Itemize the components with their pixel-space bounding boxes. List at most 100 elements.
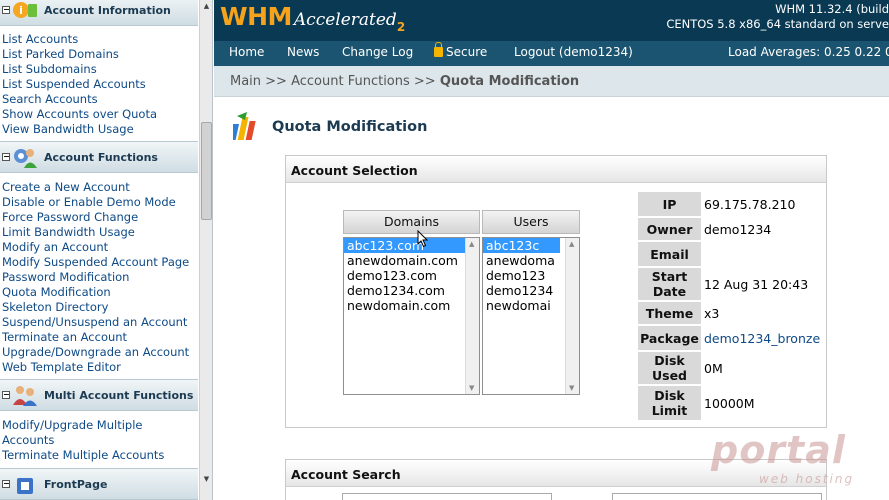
sidebar-item-list-suspended-accounts[interactable]: List Suspended Accounts <box>2 77 198 92</box>
sidebar-section-title: Multi Account Functions <box>44 389 194 402</box>
domains-header: Domains <box>343 210 480 234</box>
info-key-start-date: Start Date <box>638 268 701 300</box>
logo-sub: Accelerated <box>293 10 397 30</box>
sidebar-scrollbar[interactable]: ▲ ▼ <box>199 0 212 500</box>
sidebar-section-title: Account Information <box>44 4 171 17</box>
domain-option[interactable]: abc123.com <box>344 238 465 253</box>
sidebar-item-web-template-editor[interactable]: Web Template Editor <box>2 360 198 375</box>
version-line: WHM 11.32.4 (build <box>775 2 889 16</box>
sidebar-section-account-functions[interactable]: − Account Functions <box>0 141 198 173</box>
info-key-disk-used: Disk Used <box>638 352 701 384</box>
info-value-disk-used: 0M <box>704 360 723 376</box>
lock-icon <box>434 42 443 57</box>
page-title: Quota Modification <box>272 119 428 135</box>
logo-main: WHM <box>220 2 292 31</box>
nav-bar: Home News Change Log Secure Logout (demo… <box>214 41 889 66</box>
breadcrumb-path[interactable]: Main >> Account Functions >> <box>230 74 440 89</box>
breadcrumb: Main >> Account Functions >> Quota Modif… <box>214 66 889 97</box>
account-selection-heading: Account Selection <box>286 156 826 183</box>
sidebar-links-multi-account-functions: Modify/Upgrade Multiple Accounts Termina… <box>2 418 198 463</box>
sidebar-section-multi-account-functions[interactable]: − Multi Account Functions <box>0 379 198 411</box>
info-value-disk-limit: 10000M <box>704 395 755 411</box>
breadcrumb-current: Quota Modification <box>439 74 580 89</box>
domain-option[interactable]: demo123.com <box>344 268 465 283</box>
whm-logo[interactable]: WHM Accelerated2 <box>220 2 405 40</box>
scroll-down-arrow-icon[interactable]: ▼ <box>469 384 474 392</box>
sidebar-item-modify-upgrade-multiple[interactable]: Modify/Upgrade Multiple Accounts <box>2 418 198 448</box>
watermark-tagline: web hosting <box>759 472 855 486</box>
scrollbar-thumb[interactable] <box>201 122 212 220</box>
sidebar-item-limit-bandwidth[interactable]: Limit Bandwidth Usage <box>2 225 198 240</box>
sidebar-section-account-information[interactable]: − i Account Information <box>0 0 198 26</box>
sidebar-item-skeleton-directory[interactable]: Skeleton Directory <box>2 300 198 315</box>
nav-home[interactable]: Home <box>229 45 264 59</box>
sidebar-item-upgrade-downgrade[interactable]: Upgrade/Downgrade an Account <box>2 345 198 360</box>
scroll-up-arrow-icon[interactable]: ▲ <box>200 0 212 13</box>
sidebar-item-create-account[interactable]: Create a New Account <box>2 180 198 195</box>
scroll-up-arrow-icon[interactable]: ▲ <box>569 240 574 248</box>
mouse-cursor-icon <box>417 230 429 248</box>
scroll-up-arrow-icon[interactable]: ▲ <box>469 240 474 248</box>
user-option[interactable]: newdomai <box>483 298 560 313</box>
nav-logout[interactable]: Logout (demo1234) <box>514 45 633 59</box>
collapse-icon[interactable]: − <box>2 391 10 399</box>
sidebar-item-list-subdomains[interactable]: List Subdomains <box>2 62 198 77</box>
domains-list[interactable]: abc123.com anewdomain.com demo123.com de… <box>343 237 480 395</box>
scroll-down-arrow-icon[interactable]: ▼ <box>200 473 212 486</box>
nav-secure[interactable]: Secure <box>434 42 487 59</box>
sidebar-item-terminate-multiple[interactable]: Terminate Multiple Accounts <box>2 448 198 463</box>
collapse-icon[interactable]: − <box>2 480 10 488</box>
info-key-disk-limit: Disk Limit <box>638 386 701 420</box>
sidebar-links-account-functions: Create a New Account Disable or Enable D… <box>2 180 198 375</box>
sidebar-section-frontpage[interactable]: − FrontPage <box>0 468 198 500</box>
sidebar-item-list-accounts[interactable]: List Accounts <box>2 32 198 47</box>
account-selection-panel: Account Selection Domains abc123.com ane… <box>285 155 827 428</box>
scroll-down-arrow-icon[interactable]: ▼ <box>569 384 574 392</box>
collapse-icon[interactable]: − <box>2 153 10 161</box>
sidebar-item-view-bandwidth-usage[interactable]: View Bandwidth Usage <box>2 122 198 137</box>
info-value-owner: demo1234 <box>704 221 772 237</box>
users-list[interactable]: abc123c anewdoma demo123 demo1234 newdom… <box>482 237 580 395</box>
search-field-left[interactable] <box>342 493 552 500</box>
sidebar-item-modify-account[interactable]: Modify an Account <box>2 240 198 255</box>
quota-chart-icon <box>233 112 256 140</box>
users-icon <box>13 386 37 406</box>
users-select[interactable]: Users abc123c anewdoma demo123 demo1234 … <box>482 210 580 395</box>
users-scrollbar[interactable]: ▲ ▼ <box>565 238 579 394</box>
sidebar-item-force-password-change[interactable]: Force Password Change <box>2 210 198 225</box>
info-value-package[interactable]: demo1234_bronze <box>704 326 820 350</box>
watermark-brand: portal <box>711 428 846 472</box>
user-option[interactable]: demo123 <box>483 268 560 283</box>
info-key-ip: IP <box>638 192 701 216</box>
sidebar-item-demo-mode[interactable]: Disable or Enable Demo Mode <box>2 195 198 210</box>
users-header: Users <box>482 210 580 234</box>
user-option[interactable]: abc123c <box>483 238 560 253</box>
sidebar-item-terminate-account[interactable]: Terminate an Account <box>2 330 198 345</box>
sidebar-item-show-accounts-over-quota[interactable]: Show Accounts over Quota <box>2 107 198 122</box>
user-option[interactable]: anewdoma <box>483 253 560 268</box>
domain-option[interactable]: newdomain.com <box>344 298 465 313</box>
sidebar-item-modify-suspended-page[interactable]: Modify Suspended Account Page <box>2 255 198 270</box>
sidebar-item-quota-modification[interactable]: Quota Modification <box>2 285 198 300</box>
info-key-owner: Owner <box>638 218 701 240</box>
sidebar-section-title: Account Functions <box>44 151 158 164</box>
info-value-theme: x3 <box>704 305 720 321</box>
domain-option[interactable]: demo1234.com <box>344 283 465 298</box>
nav-change-log[interactable]: Change Log <box>342 45 413 59</box>
nav-news[interactable]: News <box>287 45 319 59</box>
sidebar: − i Account Information List Accounts Li… <box>0 0 213 500</box>
user-option[interactable]: demo1234 <box>483 283 560 298</box>
load-averages: Load Averages: 0.25 0.22 0 <box>728 45 889 59</box>
domain-option[interactable]: anewdomain.com <box>344 253 465 268</box>
search-field-right[interactable] <box>612 493 822 500</box>
domains-select[interactable]: Domains abc123.com anewdomain.com demo12… <box>343 210 480 395</box>
info-key-package: Package <box>638 326 701 350</box>
sidebar-item-list-parked-domains[interactable]: List Parked Domains <box>2 47 198 62</box>
sidebar-item-search-accounts[interactable]: Search Accounts <box>2 92 198 107</box>
domains-scrollbar[interactable]: ▲ ▼ <box>465 238 479 394</box>
user-gear-icon <box>14 149 37 168</box>
collapse-icon[interactable]: − <box>2 6 10 14</box>
sidebar-item-suspend-unsuspend[interactable]: Suspend/Unsuspend an Account <box>2 315 198 330</box>
info-key-theme: Theme <box>638 302 701 324</box>
sidebar-item-password-modification[interactable]: Password Modification <box>2 270 198 285</box>
